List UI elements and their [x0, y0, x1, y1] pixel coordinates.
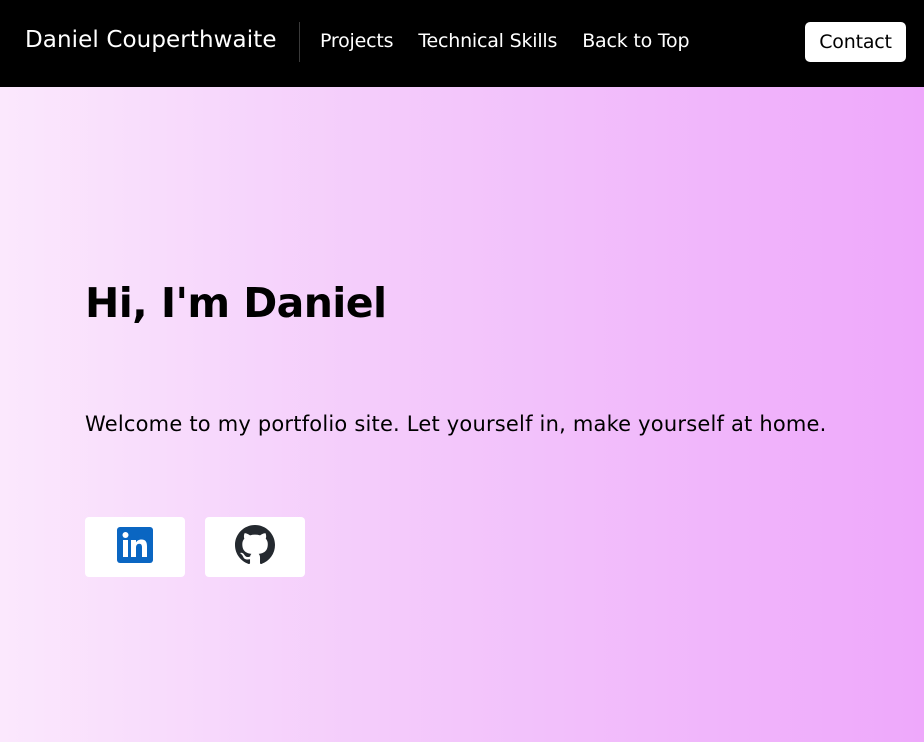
hero-title: Hi, I'm Daniel: [85, 279, 387, 327]
nav-link-projects[interactable]: Projects: [320, 30, 394, 52]
github-button[interactable]: [205, 517, 305, 577]
nav-divider: [299, 22, 300, 62]
contact-button[interactable]: Contact: [805, 22, 906, 62]
linkedin-button[interactable]: [85, 517, 185, 577]
brand-link[interactable]: Daniel Couperthwaite: [25, 27, 277, 53]
nav-link-back-to-top[interactable]: Back to Top: [582, 30, 689, 52]
hero-welcome-text: Welcome to my portfolio site. Let yourse…: [85, 412, 827, 436]
navbar: Daniel Couperthwaite Projects Technical …: [0, 0, 924, 87]
nav-links: Projects Technical Skills Back to Top: [320, 30, 714, 52]
nav-link-technical-skills[interactable]: Technical Skills: [418, 30, 557, 52]
hero-section: Hi, I'm Daniel Welcome to my portfolio s…: [0, 87, 924, 742]
linkedin-icon: [117, 527, 153, 567]
github-icon: [235, 525, 275, 569]
